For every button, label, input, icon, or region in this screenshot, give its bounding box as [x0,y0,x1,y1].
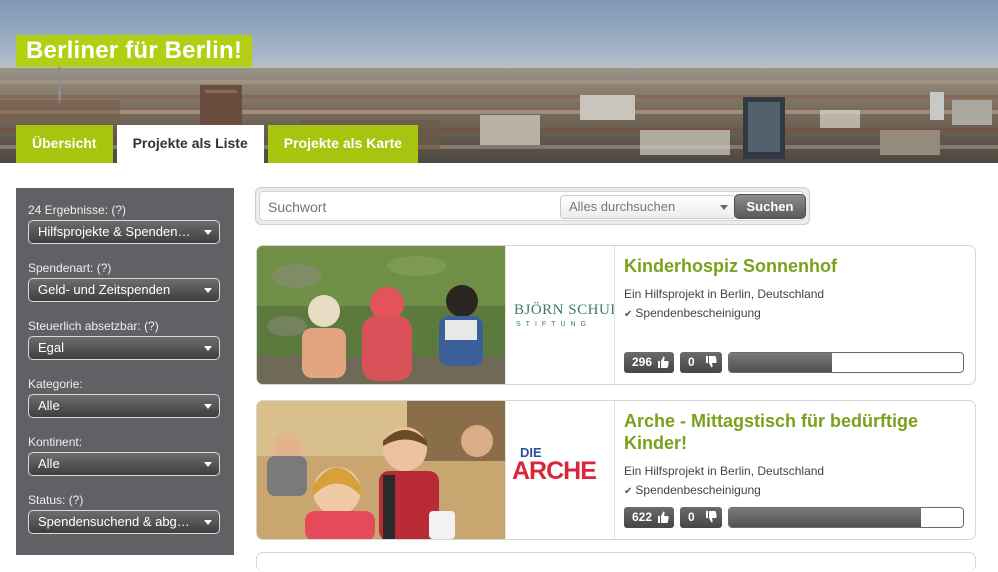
chevron-down-icon [204,230,212,235]
thumbs-up-icon [658,356,669,368]
project-info: Kinderhospiz Sonnenhof Ein Hilfsprojekt … [624,246,965,384]
check-icon: ✔ [624,309,633,320]
dislike-button[interactable]: 0 [680,352,722,373]
thumbs-down-icon [706,356,717,368]
like-button[interactable]: 296 [624,352,674,373]
project-info: Arche - Mittagstisch für bedürftige Kind… [624,401,965,539]
logo-text-secondary: STIFTUNG [516,321,591,328]
status-select[interactable]: Spendensuchend & abg… [28,510,220,534]
project-location: Ein Hilfsprojekt in Berlin, Deutschland [624,287,825,301]
chevron-down-icon [204,520,212,525]
project-title[interactable]: Arche - Mittagstisch für bedürftige Kind… [624,410,965,454]
project-card[interactable]: DIE ARCHE Arche - Mittagstisch für bedür… [256,400,976,540]
tab-projects-list[interactable]: Projekte als Liste [116,125,264,163]
filter-label: Kontinent: [28,435,83,449]
filter-tax-deductible: Steuerlich absetzbar: (?) Egal [28,316,220,360]
filter-label: Spendenart: (?) [28,261,112,275]
funding-progress-bar [728,507,964,528]
select-value: Alle [38,456,60,471]
tab-overview[interactable]: Übersicht [16,125,113,163]
results-type-select[interactable]: Hilfsprojekte & Spenden… [28,220,220,244]
select-value: Geld- und Zeitspenden [38,282,171,297]
filter-donation-type: Spendenart: (?) Geld- und Zeitspenden [28,258,220,302]
filter-sidebar: 24 Ergebnisse: (?) Hilfsprojekte & Spend… [16,188,234,555]
category-select[interactable]: Alle [28,394,220,418]
check-icon: ✔ [624,486,633,497]
chevron-down-icon [204,404,212,409]
search-input[interactable] [268,196,548,218]
tax-deductible-select[interactable]: Egal [28,336,220,360]
chevron-down-icon [720,205,728,210]
like-button[interactable]: 622 [624,507,674,528]
filter-label: Steuerlich absetzbar: (?) [28,319,159,333]
partner-logo: BJÖRN SCHULZ STIFTUNG [505,246,615,384]
vote-bar: 296 0 [624,352,964,374]
filter-label: 24 Ergebnisse: (?) [28,203,127,217]
filter-continent: Kontinent: Alle [28,432,220,476]
select-value: Alle [38,398,60,413]
donation-type-select[interactable]: Geld- und Zeitspenden [28,278,220,302]
filter-category: Kategorie: Alle [28,374,220,418]
filter-status: Status: (?) Spendensuchend & abg… [28,490,220,534]
search-scope-select[interactable]: Alles durchsuchen [560,195,736,219]
select-value: Hilfsprojekte & Spenden… [38,224,191,239]
filter-label: Kategorie: [28,377,83,391]
search-input-box: Alles durchsuchen [259,191,804,221]
chevron-down-icon [204,346,212,351]
project-card[interactable]: BJÖRN SCHULZ STIFTUNG Kinderhospiz Sonne… [256,245,976,385]
continent-select[interactable]: Alle [28,452,220,476]
project-photo[interactable] [257,401,505,539]
project-location: Ein Hilfsprojekt in Berlin, Deutschland [624,464,825,478]
search-button[interactable]: Suchen [734,194,806,219]
dislike-count: 0 [688,355,695,369]
project-title[interactable]: Kinderhospiz Sonnenhof [624,255,965,277]
project-card[interactable] [256,552,976,572]
thumbs-up-icon [658,511,669,523]
like-count: 296 [632,355,653,369]
filter-label: Status: (?) [28,493,84,507]
certificate-label: Spendenbescheinigung [635,483,761,497]
certificate-label: Spendenbescheinigung [635,306,761,320]
vote-bar: 622 0 [624,507,964,529]
chevron-down-icon [204,288,212,293]
dislike-button[interactable]: 0 [680,507,722,528]
main-tabs: Übersicht Projekte als Liste Projekte al… [16,125,419,163]
search-bar: Alles durchsuchen Suchen [255,187,810,225]
select-value: Alles durchsuchen [569,199,676,214]
header-banner: Berliner für Berlin! Übersicht Projekte … [0,0,998,163]
dislike-count: 0 [688,510,695,524]
select-value: Spendensuchend & abg… [38,514,190,529]
project-certificate: ✔ Spendenbescheinigung [624,306,965,320]
project-photo[interactable] [257,246,505,384]
project-certificate: ✔ Spendenbescheinigung [624,483,965,497]
chevron-down-icon [204,462,212,467]
funding-progress-bar [728,352,964,373]
funding-progress-fill [729,353,832,372]
logo-text-secondary: ARCHE [512,457,597,485]
like-count: 622 [632,510,653,524]
logo-text-primary: BJÖRN SCHULZ [514,302,614,318]
children-photo-image [257,401,505,539]
children-photo-image [257,246,505,384]
partner-logo: DIE ARCHE [505,401,615,539]
filter-results: 24 Ergebnisse: (?) Hilfsprojekte & Spend… [28,200,220,244]
select-value: Egal [38,340,65,355]
thumbs-down-icon [706,511,717,523]
site-title[interactable]: Berliner für Berlin! [16,35,253,67]
funding-progress-fill [729,508,921,527]
tab-projects-map[interactable]: Projekte als Karte [267,125,419,163]
